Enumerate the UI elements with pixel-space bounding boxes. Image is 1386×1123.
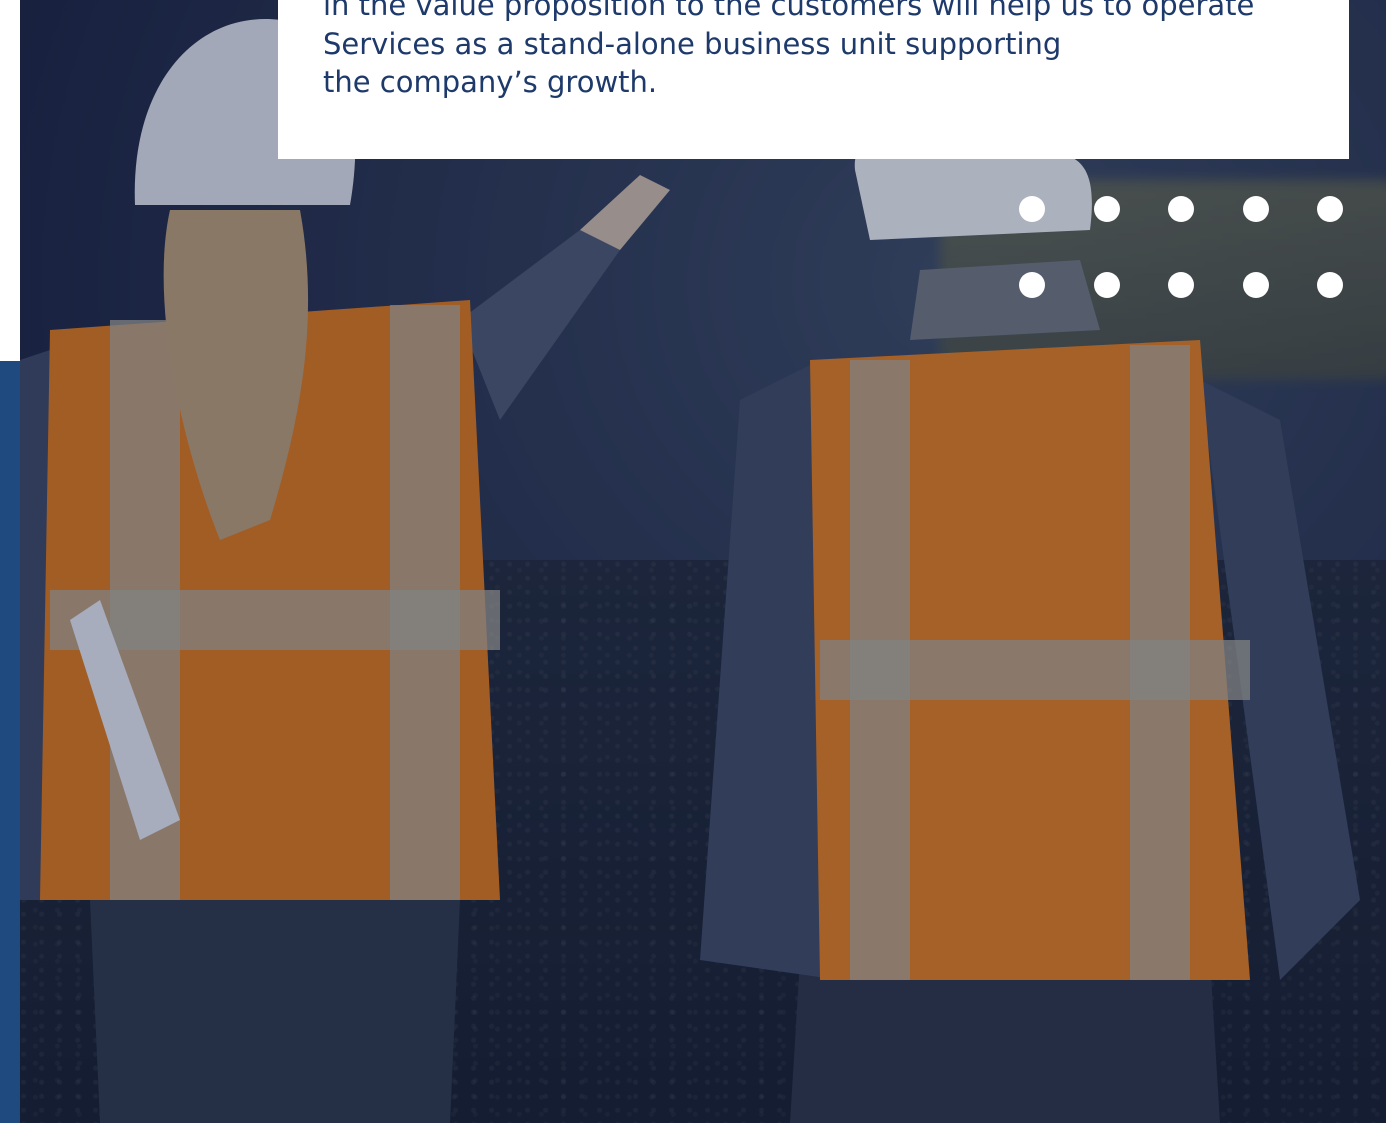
decorative-dot: [1168, 272, 1194, 298]
quote-card: in the value proposition to the customer…: [278, 0, 1349, 159]
page: in the value proposition to the customer…: [0, 0, 1386, 1123]
left-navy-panel-edge: [0, 361, 20, 1123]
decorative-dot: [1093, 272, 1120, 298]
right-vest-stripe-3: [820, 640, 1250, 700]
decorative-dot: [1093, 196, 1120, 222]
decorative-dot: [1019, 272, 1045, 298]
quote-text: in the value proposition to the customer…: [323, 0, 1323, 102]
left-worker-legs: [90, 900, 460, 1123]
decorative-dot-grid: [1019, 196, 1349, 298]
left-worker-pointing-arm: [460, 230, 620, 420]
quote-line-2: Services as a stand-alone business unit …: [323, 26, 1062, 61]
decorative-dot: [1019, 196, 1045, 222]
decorative-dot: [1242, 196, 1269, 222]
workers-photo: [20, 0, 1386, 1123]
decorative-dot: [1317, 196, 1343, 222]
quote-line-1: in the value proposition to the customer…: [323, 0, 1255, 22]
workers-illustration: [20, 19, 1360, 1123]
right-worker-legs: [790, 960, 1220, 1123]
left-vest-stripe-3: [50, 590, 500, 650]
quote-line-3: the company’s growth.: [323, 65, 658, 99]
decorative-dot: [1317, 272, 1343, 298]
decorative-dot: [1168, 196, 1194, 222]
decorative-dot: [1242, 272, 1269, 298]
